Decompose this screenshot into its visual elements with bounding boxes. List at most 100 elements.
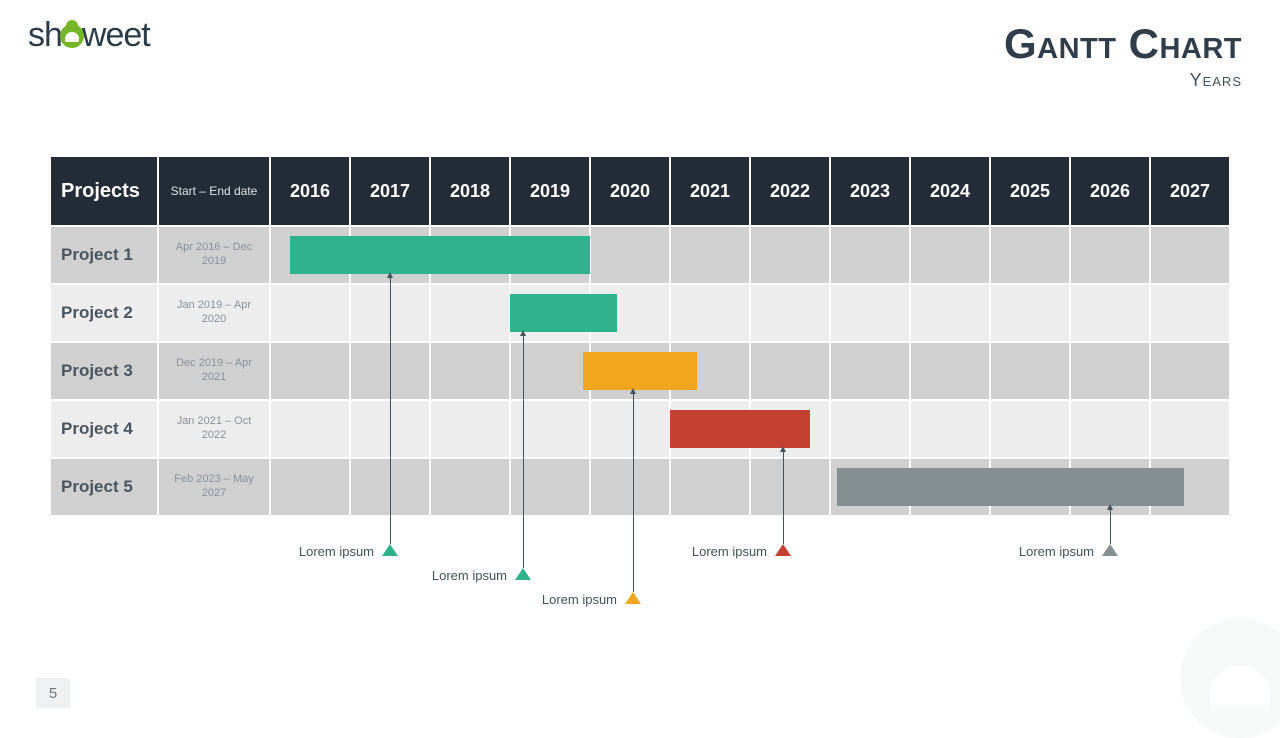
col-header-year: 2018 xyxy=(430,156,510,226)
grid-cell xyxy=(430,400,510,458)
grid-cell xyxy=(430,284,510,342)
page-subtitle: Years xyxy=(1004,70,1242,91)
grid-cell xyxy=(990,284,1070,342)
grid-cell xyxy=(590,400,670,458)
gantt-row: Project 1 Apr 2016 – Dec 2019 xyxy=(50,226,1230,284)
grid-cell xyxy=(1070,400,1150,458)
task-dates: Jan 2021 – Oct 2022 xyxy=(158,400,270,458)
grid-cell xyxy=(910,226,990,284)
brand-post: weet xyxy=(82,16,150,54)
page-title-block: Gantt Chart Years xyxy=(1004,20,1242,91)
page-title: Gantt Chart xyxy=(1004,20,1242,68)
grid-cell xyxy=(990,342,1070,400)
col-header-year: 2023 xyxy=(830,156,910,226)
col-header-year: 2019 xyxy=(510,156,590,226)
gantt-header-row: Projects Start – End date 2016 2017 2018… xyxy=(50,156,1230,226)
grid-cell xyxy=(1070,226,1150,284)
grid-cell xyxy=(830,400,910,458)
col-header-year: 2026 xyxy=(1070,156,1150,226)
grid-cell xyxy=(270,458,350,516)
col-header-year: 2017 xyxy=(350,156,430,226)
task-timeline xyxy=(270,458,1230,516)
col-header-year: 2021 xyxy=(670,156,750,226)
grid-cell xyxy=(1070,342,1150,400)
task-bar xyxy=(670,410,810,448)
grid-cell xyxy=(430,458,510,516)
callout-label: Lorem ipsum xyxy=(533,592,617,607)
col-header-dates: Start – End date xyxy=(158,156,270,226)
task-dates: Apr 2016 – Dec 2019 xyxy=(158,226,270,284)
task-timeline xyxy=(270,400,1230,458)
task-bar xyxy=(510,294,617,332)
watermark-icon xyxy=(1180,618,1280,738)
grid-cell xyxy=(350,400,430,458)
task-dates: Feb 2023 – May 2027 xyxy=(158,458,270,516)
task-dates: Jan 2019 – Apr 2020 xyxy=(158,284,270,342)
col-header-year: 2016 xyxy=(270,156,350,226)
grid-cell xyxy=(670,458,750,516)
grid-cell xyxy=(990,400,1070,458)
triangle-up-icon xyxy=(515,568,531,580)
grid-cell xyxy=(1150,284,1230,342)
col-header-year: 2020 xyxy=(590,156,670,226)
task-name: Project 4 xyxy=(50,400,158,458)
callout-label: Lorem ipsum xyxy=(290,544,374,559)
grid-cell xyxy=(350,284,430,342)
gantt-row: Project 3 Dec 2019 – Apr 2021 xyxy=(50,342,1230,400)
task-timeline xyxy=(270,342,1230,400)
grid-cell xyxy=(270,400,350,458)
grid-cell xyxy=(750,342,830,400)
triangle-up-icon xyxy=(775,544,791,556)
grid-cell xyxy=(1150,400,1230,458)
triangle-up-icon xyxy=(382,544,398,556)
col-header-year: 2027 xyxy=(1150,156,1230,226)
task-name: Project 3 xyxy=(50,342,158,400)
callout-label: Lorem ipsum xyxy=(683,544,767,559)
col-header-year: 2024 xyxy=(910,156,990,226)
task-name: Project 1 xyxy=(50,226,158,284)
triangle-up-icon xyxy=(1102,544,1118,556)
grid-cell xyxy=(590,458,670,516)
task-timeline xyxy=(270,284,1230,342)
brand-pre: sh xyxy=(28,16,62,54)
grid-cell xyxy=(750,284,830,342)
grid-cell xyxy=(670,284,750,342)
grid-cell xyxy=(990,226,1070,284)
grid-cell xyxy=(910,342,990,400)
triangle-up-icon xyxy=(625,592,641,604)
leaf-icon xyxy=(60,24,84,48)
grid-cell xyxy=(910,400,990,458)
task-timeline xyxy=(270,226,1230,284)
task-bar xyxy=(837,468,1184,506)
brand-logo: shweet xyxy=(28,16,150,55)
task-bar xyxy=(290,236,590,274)
col-header-projects: Projects xyxy=(50,156,158,226)
grid-cell xyxy=(670,226,750,284)
grid-cell xyxy=(510,400,590,458)
grid-cell xyxy=(270,342,350,400)
page-number: 5 xyxy=(36,678,70,708)
grid-cell xyxy=(1150,342,1230,400)
callout-label: Lorem ipsum xyxy=(1010,544,1094,559)
col-header-year: 2022 xyxy=(750,156,830,226)
grid-cell xyxy=(350,458,430,516)
grid-cell xyxy=(750,226,830,284)
grid-cell xyxy=(830,226,910,284)
grid-cell xyxy=(590,226,670,284)
callout-label: Lorem ipsum xyxy=(423,568,507,583)
gantt-row: Project 2 Jan 2019 – Apr 2020 xyxy=(50,284,1230,342)
task-dates: Dec 2019 – Apr 2021 xyxy=(158,342,270,400)
gantt-row: Project 5 Feb 2023 – May 2027 xyxy=(50,458,1230,516)
grid-cell xyxy=(350,342,430,400)
grid-cell xyxy=(750,458,830,516)
grid-cell xyxy=(910,284,990,342)
task-bar xyxy=(583,352,697,390)
grid-cell xyxy=(510,342,590,400)
gantt-row: Project 4 Jan 2021 – Oct 2022 xyxy=(50,400,1230,458)
grid-cell xyxy=(830,342,910,400)
grid-cell xyxy=(830,284,910,342)
grid-cell xyxy=(430,342,510,400)
grid-cell xyxy=(510,458,590,516)
col-header-year: 2025 xyxy=(990,156,1070,226)
gantt-chart: Projects Start – End date 2016 2017 2018… xyxy=(50,156,1230,516)
